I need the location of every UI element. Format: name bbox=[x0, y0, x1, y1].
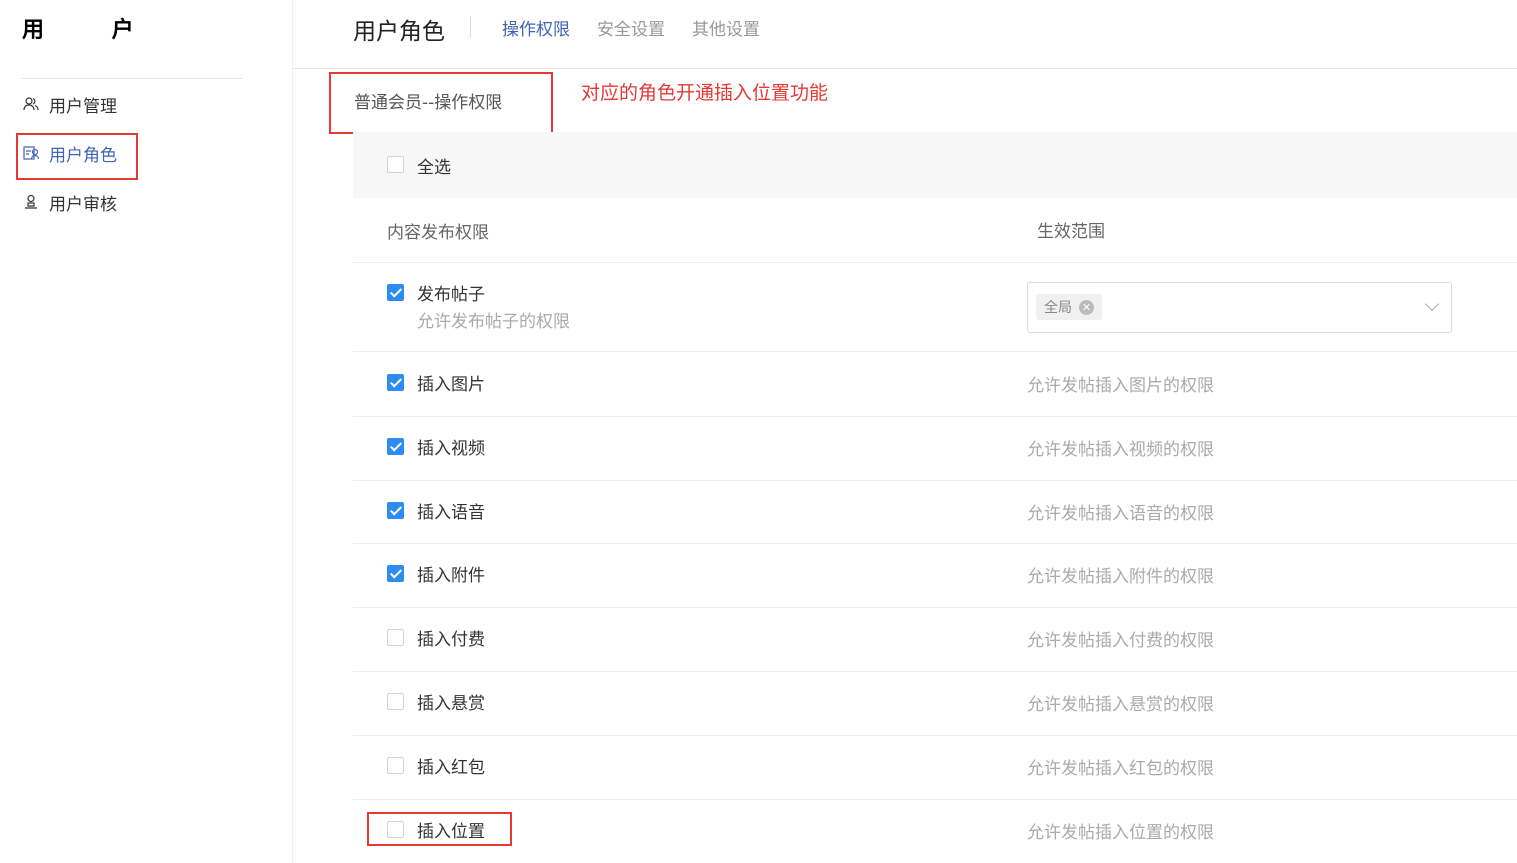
page-header: 用户角色 操作权限 安全设置 其他设置 bbox=[293, 0, 1517, 69]
permission-checkbox[interactable] bbox=[387, 565, 404, 583]
permission-label: 插入视频 bbox=[417, 438, 485, 459]
row-divider bbox=[353, 607, 1517, 609]
permission-label: 插入语音 bbox=[417, 502, 485, 523]
permission-checkbox[interactable] bbox=[387, 501, 404, 519]
sidebar-item-label: 用户管理 bbox=[49, 96, 117, 117]
page-title: 用户角色 bbox=[353, 19, 445, 45]
row-divider bbox=[353, 415, 1517, 417]
select-all-checkbox[interactable] bbox=[387, 156, 404, 173]
publish-post-label: 发布帖子 bbox=[417, 285, 485, 305]
permission-label: 插入红包 bbox=[417, 757, 485, 778]
annotation-highlight-box bbox=[367, 812, 512, 846]
permission-desc: 允许发帖插入语音的权限 bbox=[1027, 503, 1214, 524]
row-divider bbox=[353, 479, 1517, 481]
row-divider bbox=[353, 734, 1517, 736]
permission-desc: 允许发帖插入图片的权限 bbox=[1027, 376, 1214, 396]
annotation-highlight-box bbox=[16, 133, 138, 180]
sidebar-title: 用 户 bbox=[22, 18, 164, 43]
permission-desc: 允许发帖插入悬赏的权限 bbox=[1027, 695, 1214, 715]
column-header-scope: 生效范围 bbox=[1037, 222, 1105, 242]
permission-checkbox[interactable] bbox=[387, 437, 404, 455]
header-divider bbox=[470, 16, 471, 38]
row-divider bbox=[353, 798, 1517, 800]
permission-checkbox[interactable] bbox=[387, 756, 404, 774]
chevron-down-icon[interactable] bbox=[1424, 296, 1440, 312]
permission-label: 插入付费 bbox=[417, 630, 485, 651]
permission-checkbox[interactable] bbox=[387, 629, 404, 647]
scope-select[interactable]: 全局 ✕ bbox=[1027, 282, 1452, 333]
scope-tag: 全局 ✕ bbox=[1036, 294, 1102, 320]
select-all-row: 全选 bbox=[353, 132, 1517, 198]
row-divider bbox=[353, 351, 1517, 352]
user-stamp-icon bbox=[22, 193, 40, 211]
permission-desc: 允许发帖插入附件的权限 bbox=[1027, 567, 1214, 588]
tab-other-settings[interactable]: 其他设置 bbox=[692, 15, 760, 40]
annotation-highlight-box bbox=[329, 72, 553, 134]
sidebar-item-user-review[interactable]: 用户审核 bbox=[22, 187, 117, 217]
users-icon bbox=[22, 95, 40, 113]
permission-checkbox[interactable] bbox=[387, 693, 404, 710]
permission-desc: 允许发帖插入视频的权限 bbox=[1027, 439, 1214, 460]
sidebar-item-user-management[interactable]: 用户管理 bbox=[22, 89, 117, 119]
permission-label: 插入图片 bbox=[417, 375, 485, 395]
permission-checkbox[interactable] bbox=[387, 374, 404, 391]
publish-post-desc: 允许发布帖子的权限 bbox=[417, 312, 570, 332]
row-divider bbox=[353, 671, 1517, 672]
row-divider bbox=[353, 262, 1517, 263]
row-divider bbox=[353, 543, 1517, 545]
column-header-permission: 内容发布权限 bbox=[387, 223, 489, 243]
permission-desc: 允许发帖插入付费的权限 bbox=[1027, 631, 1214, 652]
scope-tag-label: 全局 bbox=[1044, 300, 1072, 316]
sidebar-item-label: 用户审核 bbox=[49, 194, 117, 215]
sidebar-divider bbox=[22, 78, 243, 79]
close-icon[interactable]: ✕ bbox=[1079, 299, 1094, 315]
annotation-text: 对应的角色开通插入位置功能 bbox=[581, 82, 829, 104]
permission-label: 插入附件 bbox=[417, 566, 485, 587]
permission-label: 插入悬赏 bbox=[417, 694, 485, 714]
publish-post-checkbox[interactable] bbox=[387, 284, 404, 301]
select-all-label: 全选 bbox=[417, 158, 451, 178]
sidebar: 用 户 用户管理 用户角色 用户审核 bbox=[0, 0, 293, 863]
tab-security-settings[interactable]: 安全设置 bbox=[597, 15, 665, 40]
tab-operation-permissions[interactable]: 操作权限 bbox=[502, 15, 570, 40]
permission-desc: 允许发帖插入红包的权限 bbox=[1027, 758, 1214, 779]
permission-desc: 允许发帖插入位置的权限 bbox=[1027, 822, 1214, 843]
